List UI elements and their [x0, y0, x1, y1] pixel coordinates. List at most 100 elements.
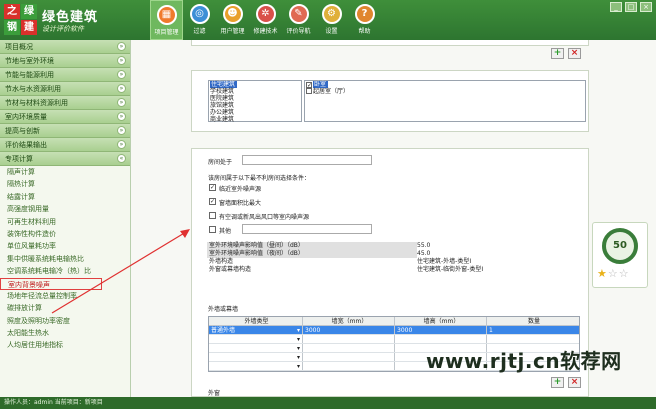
sidebar-category[interactable]: 节材与材料资源利用 »	[0, 96, 130, 110]
chevron-icon: »	[117, 70, 126, 79]
building-type-option[interactable]: 学校建筑	[209, 88, 301, 95]
toolbar-users-button[interactable]: ☻ 用户管理	[216, 0, 249, 40]
option-label: 卧室	[313, 81, 329, 88]
sidebar-item[interactable]: 碳排放计算	[0, 302, 130, 314]
sidebar-item[interactable]: 高强度钢用量	[0, 203, 130, 215]
sidebar-category[interactable]: 节水与水资源利用 »	[0, 82, 130, 96]
category-label: 项目概况	[5, 43, 33, 51]
building-type-list[interactable]: 住宅建筑 学校建筑 医院建筑 旅馆建筑 办公建筑 商业建筑	[208, 80, 302, 123]
logo-char: 之	[4, 4, 20, 19]
sidebar-item[interactable]: 人均居住用地指标	[0, 339, 130, 351]
dropdown-arrow-icon[interactable]: ▾	[297, 326, 300, 335]
main-content: + × 住宅建筑 学校建筑 医院建筑 旅馆建筑 办公建筑 商业建筑 ✓ 卧室 起居室（厅） 房…	[131, 40, 656, 397]
table-cell[interactable]	[395, 335, 487, 343]
sidebar-item[interactable]: 太阳能生热水	[0, 327, 130, 339]
sidebar-item[interactable]: 结露计算	[0, 191, 130, 203]
room-location-label: 房间处于	[208, 159, 233, 166]
info-key: 室外环境噪声影响值（昼间）（dB）	[207, 242, 417, 250]
table-cell[interactable]	[303, 335, 395, 343]
add-button[interactable]: +	[551, 48, 564, 59]
condition-checkbox[interactable]	[209, 212, 216, 219]
sidebar-item[interactable]: 单位风量耗功率	[0, 240, 130, 252]
top-panel-edge	[191, 40, 589, 46]
sidebar-item[interactable]: 集中供暖系统耗电输热比	[0, 253, 130, 265]
table-cell[interactable]: 3000	[303, 326, 395, 334]
toolbar-settings-button[interactable]: ⚙ 设置	[315, 0, 348, 40]
close-button[interactable]: ×	[640, 2, 652, 12]
sidebar-item[interactable]: 隔声计算	[0, 166, 130, 178]
table-cell[interactable]: ▾	[209, 335, 303, 343]
sidebar-item[interactable]: 场地年径流总量控制率	[0, 290, 130, 302]
building-type-option[interactable]: 医院建筑	[209, 95, 301, 102]
toolbar-tech-button[interactable]: ✲ 修建技术	[249, 0, 282, 40]
sidebar-category[interactable]: 评价结果输出 »	[0, 138, 130, 152]
sidebar-item[interactable]: 装饰性构件造价	[0, 228, 130, 240]
sidebar-category[interactable]: 提高与创新 »	[0, 124, 130, 138]
table-cell[interactable]	[303, 344, 395, 352]
table-cell[interactable]	[487, 335, 579, 343]
toolbar-navigation-button[interactable]: ✎ 评价导航	[282, 0, 315, 40]
sidebar-item[interactable]: 可再生材料利用	[0, 216, 130, 228]
score-widget[interactable]: 50 ★☆☆	[592, 222, 648, 288]
room-type-option[interactable]: ✓ 卧室	[305, 81, 585, 89]
toolbar-filter-button[interactable]: ◎ 过滤	[183, 0, 216, 40]
dropdown-arrow-icon[interactable]: ▾	[297, 362, 300, 371]
noise-info-table: 室外环境噪声影响值（昼间）（dB） 55.0 室外环境噪声影响值（夜间）（dB） 4…	[207, 242, 507, 274]
checkbox-icon[interactable]	[306, 88, 312, 94]
sidebar-item[interactable]: 空调系统耗电输冷（热）比	[0, 265, 130, 277]
settings-icon: ⚙	[321, 4, 342, 24]
table-cell[interactable]: ▾	[209, 353, 303, 361]
column-header: 外墙类型	[209, 317, 303, 325]
toolbar-help-button[interactable]: ? 帮助	[348, 0, 381, 40]
delete-window-button[interactable]: ×	[568, 377, 581, 388]
table-cell[interactable]: 普通外墙 ▾	[209, 326, 303, 334]
info-value: 55.0	[417, 242, 431, 249]
building-type-option[interactable]: 办公建筑	[209, 109, 301, 116]
star-rating: ★☆☆	[597, 267, 630, 280]
app-logo: 之 绿 钢 建	[4, 4, 38, 36]
room-type-option[interactable]: 起居室（厅）	[305, 88, 585, 95]
table-cell[interactable]: ▾	[209, 344, 303, 352]
maximize-button[interactable]: □	[625, 2, 637, 12]
sidebar-item[interactable]: 室内背景噪声	[0, 277, 102, 290]
table-cell[interactable]: 1	[487, 326, 579, 334]
building-type-rows: 住宅建筑 学校建筑 医院建筑 旅馆建筑 办公建筑 商业建筑	[209, 81, 301, 123]
table-cell[interactable]	[303, 362, 395, 370]
add-window-button[interactable]: +	[551, 377, 564, 388]
table-cell[interactable]: ▾	[209, 362, 303, 370]
building-type-option[interactable]: 旅馆建筑	[209, 102, 301, 109]
dropdown-arrow-icon[interactable]: ▾	[297, 335, 300, 344]
sidebar-item[interactable]: 隔热计算	[0, 178, 130, 190]
sidebar-category[interactable]: 室内环境质量 »	[0, 110, 130, 124]
table-cell[interactable]	[303, 353, 395, 361]
condition-checkbox[interactable]: ✓	[209, 198, 216, 205]
condition-label: 其他	[219, 228, 232, 235]
table-row[interactable]: 普通外墙 ▾ 3000 3000 1	[209, 326, 579, 335]
toolbar-project-button[interactable]: ▦ 项目管理	[150, 0, 183, 40]
table-cell[interactable]: 3000	[395, 326, 487, 334]
room-location-input[interactable]	[242, 155, 372, 165]
sidebar-category[interactable]: 专项计算 «	[0, 152, 130, 166]
other-condition-input[interactable]	[242, 224, 372, 234]
delete-button[interactable]: ×	[568, 48, 581, 59]
column-header: 数量	[527, 318, 540, 325]
condition-checkbox[interactable]	[209, 226, 216, 233]
app-title: 绿色建筑	[42, 10, 99, 25]
sidebar-category[interactable]: 节能与能源利用 »	[0, 68, 130, 82]
building-type-option[interactable]: 商业建筑	[209, 116, 301, 123]
dropdown-arrow-icon[interactable]: ▾	[297, 344, 300, 353]
building-type-option[interactable]: 住宅建筑	[209, 81, 301, 88]
minimize-button[interactable]: _	[610, 2, 622, 12]
info-key: 外窗或幕墙构造	[209, 266, 252, 273]
info-key: 外墙构造	[209, 258, 234, 265]
star-filled-icon: ★	[597, 267, 608, 280]
dropdown-arrow-icon[interactable]: ▾	[297, 353, 300, 362]
condition-label: 窗墙面积比最大	[219, 200, 262, 207]
project-icon: ▦	[156, 5, 177, 25]
sidebar-category[interactable]: 项目概况 »	[0, 40, 130, 54]
sidebar-item[interactable]: 照度及照明功率密度	[0, 315, 130, 327]
condition-checkbox[interactable]: ✓	[209, 184, 216, 191]
room-type-list[interactable]: ✓ 卧室 起居室（厅）	[304, 80, 586, 122]
sidebar-category[interactable]: 节地与室外环境 »	[0, 54, 130, 68]
table-row[interactable]: ▾	[209, 335, 579, 344]
